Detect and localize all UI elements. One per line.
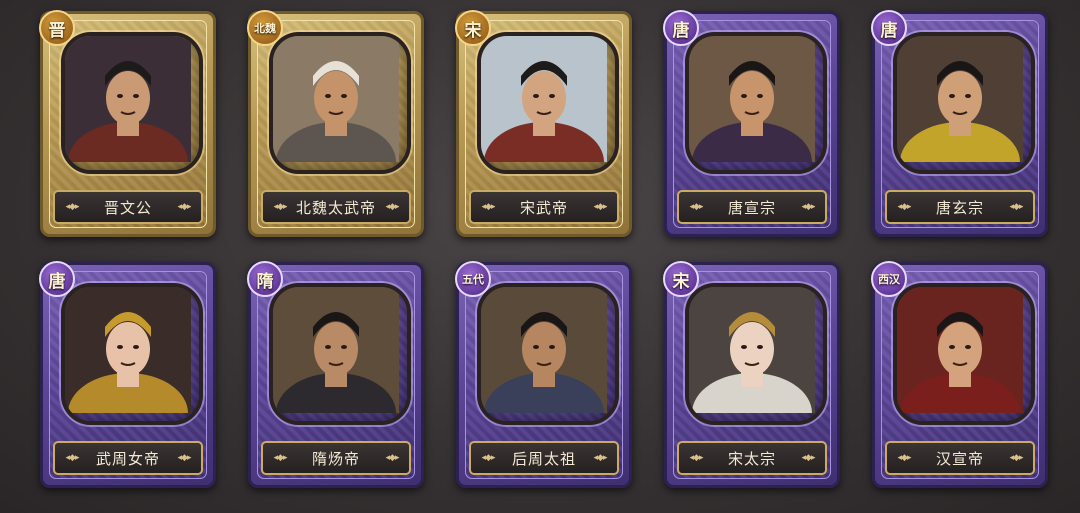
emperor-card[interactable]: 唐 ◂◆▸ 唐玄宗 ◂◆▸	[871, 10, 1048, 237]
portrait	[269, 32, 411, 174]
emperor-name: 汉宣帝	[935, 449, 984, 468]
dynasty-badge: 西汉	[871, 261, 907, 297]
nameplate: ◂◆▸ 宋武帝 ◂◆▸	[469, 190, 619, 224]
portrait-image	[689, 287, 815, 413]
portrait	[477, 283, 619, 425]
emperor-card[interactable]: 西汉 ◂◆▸ 汉宣帝 ◂◆▸	[871, 261, 1048, 488]
dynasty-label: 五代	[462, 272, 484, 286]
nameplate: ◂◆▸ 北魏太武帝 ◂◆▸	[261, 190, 411, 224]
ornament-left-icon: ◂◆▸	[481, 453, 496, 463]
ornament-right-icon: ◂◆▸	[801, 453, 816, 463]
portrait	[477, 32, 619, 174]
ornament-left-icon: ◂◆▸	[689, 202, 704, 212]
portrait-image	[273, 287, 399, 413]
dynasty-label: 宋	[672, 271, 690, 292]
dynasty-badge: 晋	[39, 10, 75, 46]
portrait-image	[65, 36, 191, 162]
portrait-image	[481, 36, 607, 162]
portrait-image	[897, 36, 1023, 162]
portrait	[685, 283, 827, 425]
dynasty-label: 宋	[464, 20, 482, 41]
dynasty-label: 西汉	[878, 272, 900, 286]
nameplate: ◂◆▸ 唐玄宗 ◂◆▸	[885, 190, 1035, 224]
dynasty-badge: 五代	[455, 261, 491, 297]
emperor-card[interactable]: 隋 ◂◆▸ 隋炀帝 ◂◆▸	[247, 261, 424, 488]
ornament-right-icon: ◂◆▸	[593, 453, 608, 463]
dynasty-badge: 唐	[663, 10, 699, 46]
emperor-name: 晋文公	[103, 198, 152, 217]
portrait-image	[897, 287, 1023, 413]
emperor-card[interactable]: 唐 ◂◆▸ 武周女帝 ◂◆▸	[39, 261, 216, 488]
ornament-left-icon: ◂◆▸	[897, 202, 912, 212]
dynasty-label: 隋	[256, 271, 274, 292]
nameplate: ◂◆▸ 隋炀帝 ◂◆▸	[261, 441, 411, 475]
portrait	[893, 283, 1035, 425]
ornament-right-icon: ◂◆▸	[593, 202, 608, 212]
portrait-image	[273, 36, 399, 162]
emperor-card[interactable]: 五代 ◂◆▸ 后周太祖 ◂◆▸	[455, 261, 632, 488]
emperor-card-grid: 晋 ◂◆▸ 晋文公 ◂◆▸ 北魏 ◂◆▸ 北魏太武帝 ◂◆▸ 宋 ◂◆▸ 宋武帝…	[0, 0, 1080, 513]
ornament-right-icon: ◂◆▸	[801, 202, 816, 212]
emperor-name: 唐玄宗	[935, 198, 984, 217]
emperor-name: 武周女帝	[95, 449, 160, 468]
emperor-card[interactable]: 北魏 ◂◆▸ 北魏太武帝 ◂◆▸	[247, 10, 424, 237]
ornament-left-icon: ◂◆▸	[481, 202, 496, 212]
portrait	[61, 283, 203, 425]
emperor-name: 隋炀帝	[311, 449, 360, 468]
dynasty-label: 北魏	[254, 21, 276, 35]
ornament-left-icon: ◂◆▸	[65, 202, 80, 212]
ornament-right-icon: ◂◆▸	[385, 202, 400, 212]
ornament-right-icon: ◂◆▸	[1009, 453, 1024, 463]
nameplate: ◂◆▸ 晋文公 ◂◆▸	[53, 190, 203, 224]
ornament-left-icon: ◂◆▸	[689, 453, 704, 463]
nameplate: ◂◆▸ 后周太祖 ◂◆▸	[469, 441, 619, 475]
emperor-name: 宋武帝	[519, 198, 568, 217]
emperor-card[interactable]: 宋 ◂◆▸ 宋武帝 ◂◆▸	[455, 10, 632, 237]
dynasty-badge: 唐	[871, 10, 907, 46]
portrait	[685, 32, 827, 174]
dynasty-badge: 宋	[455, 10, 491, 46]
nameplate: ◂◆▸ 汉宣帝 ◂◆▸	[885, 441, 1035, 475]
dynasty-label: 唐	[672, 20, 690, 41]
dynasty-badge: 唐	[39, 261, 75, 297]
dynasty-badge: 隋	[247, 261, 283, 297]
emperor-card[interactable]: 唐 ◂◆▸ 唐宣宗 ◂◆▸	[663, 10, 840, 237]
ornament-right-icon: ◂◆▸	[177, 202, 192, 212]
ornament-left-icon: ◂◆▸	[897, 453, 912, 463]
emperor-name: 唐宣宗	[727, 198, 776, 217]
dynasty-badge: 北魏	[247, 10, 283, 46]
portrait-image	[689, 36, 815, 162]
ornament-left-icon: ◂◆▸	[273, 202, 288, 212]
portrait	[269, 283, 411, 425]
nameplate: ◂◆▸ 唐宣宗 ◂◆▸	[677, 190, 827, 224]
ornament-right-icon: ◂◆▸	[1009, 202, 1024, 212]
nameplate: ◂◆▸ 宋太宗 ◂◆▸	[677, 441, 827, 475]
portrait	[893, 32, 1035, 174]
ornament-right-icon: ◂◆▸	[177, 453, 192, 463]
portrait-image	[65, 287, 191, 413]
nameplate: ◂◆▸ 武周女帝 ◂◆▸	[53, 441, 203, 475]
emperor-card[interactable]: 晋 ◂◆▸ 晋文公 ◂◆▸	[39, 10, 216, 237]
ornament-right-icon: ◂◆▸	[385, 453, 400, 463]
dynasty-label: 唐	[880, 20, 898, 41]
dynasty-badge: 宋	[663, 261, 699, 297]
emperor-name: 宋太宗	[727, 449, 776, 468]
emperor-name: 北魏太武帝	[295, 198, 376, 217]
portrait-image	[481, 287, 607, 413]
portrait	[61, 32, 203, 174]
ornament-left-icon: ◂◆▸	[65, 453, 80, 463]
ornament-left-icon: ◂◆▸	[273, 453, 288, 463]
dynasty-label: 唐	[48, 271, 66, 292]
dynasty-label: 晋	[48, 20, 66, 41]
emperor-card[interactable]: 宋 ◂◆▸ 宋太宗 ◂◆▸	[663, 261, 840, 488]
emperor-name: 后周太祖	[511, 449, 576, 468]
